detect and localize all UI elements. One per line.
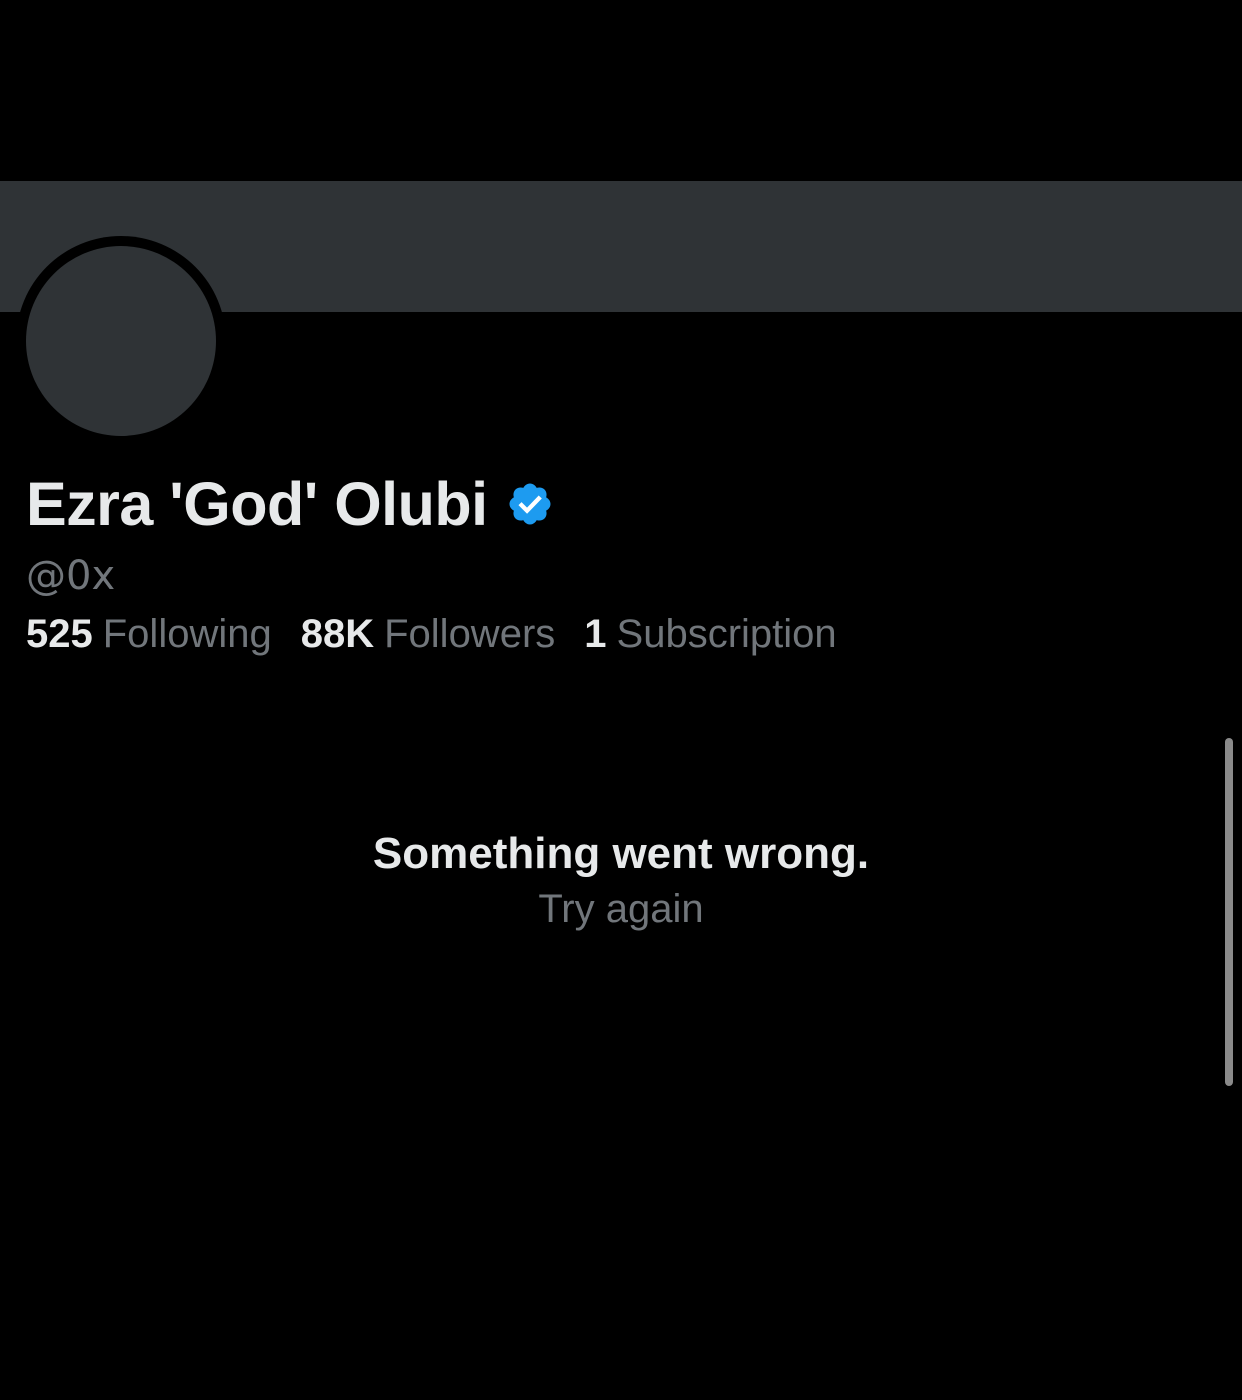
try-again-button[interactable]: Try again	[0, 882, 1242, 936]
followers-count: 88K	[300, 612, 375, 656]
followers-label: Followers	[384, 612, 556, 656]
following-stat[interactable]: 525 Following	[26, 612, 272, 657]
error-title: Something went wrong.	[372, 829, 870, 878]
avatar-border	[16, 236, 226, 446]
subscriptions-stat[interactable]: 1 Subscription	[584, 612, 836, 657]
profile-name-row: Ezra 'God' Olubi	[26, 468, 554, 540]
followers-stat[interactable]: 88K Followers	[301, 612, 556, 657]
subscriptions-label: Subscription	[616, 612, 837, 656]
following-label: Following	[102, 612, 272, 656]
error-message-block: Something went wrong. Try again	[0, 826, 1242, 936]
display-name: Ezra 'God' Olubi	[26, 470, 488, 538]
avatar[interactable]	[26, 246, 216, 436]
following-count: 525	[26, 612, 93, 656]
verified-badge-icon[interactable]	[506, 480, 554, 528]
profile-stats: 525 Following 88K Followers 1 Subscripti…	[26, 612, 866, 657]
profile-page: Ezra 'God' Olubi @0x 525 Following 88K F…	[0, 0, 1242, 1400]
scrollbar-thumb[interactable]	[1225, 738, 1233, 1086]
subscriptions-count: 1	[584, 612, 607, 656]
profile-handle: @0x	[26, 553, 116, 599]
